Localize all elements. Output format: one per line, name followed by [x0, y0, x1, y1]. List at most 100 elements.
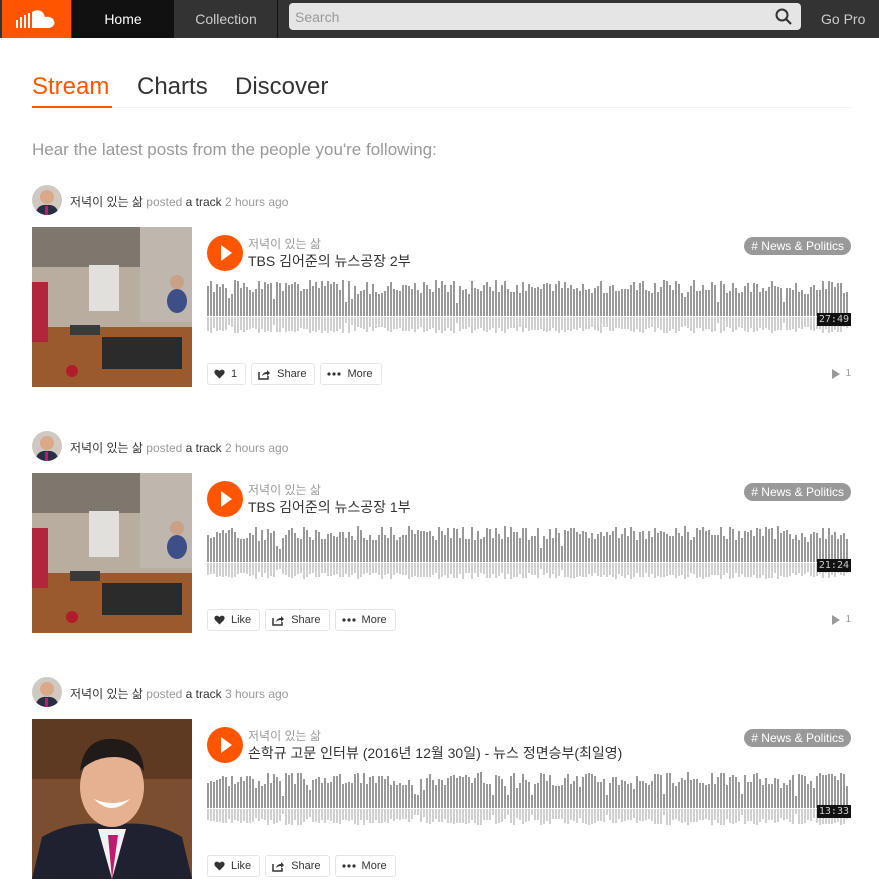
waveform-bar [735, 531, 737, 587]
waveform-bar-top [207, 535, 209, 562]
waveform-bar-top [444, 785, 446, 808]
waveform-bar-reflection [489, 317, 491, 330]
post-object[interactable]: a track [186, 687, 222, 701]
waveform-bar [264, 777, 266, 833]
soundcloud-logo-icon[interactable] [2, 0, 71, 38]
post-object[interactable]: a track [186, 195, 222, 209]
waveform-bar-top [840, 283, 842, 316]
avatar[interactable] [32, 431, 62, 461]
waveform-bar [591, 531, 593, 587]
waveform[interactable]: 27:49 [207, 280, 851, 341]
waveform[interactable]: 13:33 [207, 772, 851, 833]
waveform-bar-reflection [585, 317, 587, 329]
waveform-bar-reflection [579, 809, 581, 818]
like-button[interactable]: 1 [207, 363, 247, 385]
waveform-bar-reflection [618, 809, 620, 819]
track-title[interactable]: 손학규 고문 인터뷰 (2016년 12월 30일) - 뉴스 정면승부(최일영… [248, 743, 622, 763]
waveform-bar-top [576, 776, 578, 808]
waveform-bar [249, 531, 251, 587]
search-input[interactable] [289, 3, 759, 30]
more-label: More [347, 368, 373, 380]
go-pro-link[interactable]: Go Pro [821, 0, 865, 38]
track-title[interactable]: TBS 김어준의 뉴스공장 1부 [248, 497, 411, 517]
more-button[interactable]: More [320, 363, 382, 385]
waveform-bar [765, 285, 767, 341]
track-uploader[interactable]: 저녁이 있는 삶 [248, 481, 321, 498]
track-artwork[interactable] [32, 227, 192, 387]
track-uploader[interactable]: 저녁이 있는 삶 [248, 235, 321, 252]
waveform-bar-reflection [246, 317, 248, 330]
heart-icon [214, 615, 225, 625]
waveform-bar-reflection [450, 317, 452, 331]
waveform-bar [213, 285, 215, 341]
play-button[interactable] [207, 235, 243, 271]
waveform-bar [702, 285, 704, 341]
genre-tag[interactable]: # News & Politics [744, 729, 851, 747]
share-button[interactable]: Share [251, 363, 316, 385]
track-duration: 13:33 [816, 805, 851, 818]
tab-discover[interactable]: Discover [235, 72, 328, 108]
waveform-bar-reflection [708, 809, 710, 820]
waveform-bar-reflection [759, 317, 761, 328]
like-button[interactable]: Like [207, 855, 261, 877]
waveform-bar-reflection [255, 809, 257, 818]
avatar[interactable] [32, 677, 62, 707]
waveform-bar-top [429, 289, 431, 316]
genre-tag[interactable]: # News & Politics [744, 237, 851, 255]
waveform-bar-top [582, 777, 584, 808]
waveform-bar [345, 777, 347, 833]
waveform-bar-top [765, 527, 767, 562]
waveform-bar-reflection [567, 809, 569, 824]
share-button[interactable]: Share [265, 609, 330, 631]
waveform-bar-top [507, 795, 509, 808]
post-object[interactable]: a track [186, 441, 222, 455]
waveform-bar [621, 285, 623, 341]
waveform-bar-reflection [276, 563, 278, 570]
play-button[interactable] [207, 727, 243, 763]
more-button[interactable]: More [334, 855, 396, 877]
poster-name[interactable]: 저녁이 있는 삶 [70, 195, 143, 209]
track-uploader[interactable]: 저녁이 있는 삶 [248, 727, 321, 744]
waveform-bar-reflection [804, 317, 806, 327]
tab-charts[interactable]: Charts [137, 72, 208, 108]
waveform-bar [300, 531, 302, 587]
waveform-bar [528, 284, 530, 341]
nav-home[interactable]: Home [72, 0, 174, 38]
waveform-bar-top [462, 777, 464, 808]
waveform-bar-reflection [294, 317, 296, 332]
poster-name[interactable]: 저녁이 있는 삶 [70, 687, 143, 701]
waveform-bar-top [315, 779, 317, 808]
poster-name[interactable]: 저녁이 있는 삶 [70, 441, 143, 455]
waveform-bar-reflection [636, 809, 638, 823]
waveform-bar-reflection [477, 809, 479, 825]
avatar[interactable] [32, 185, 62, 215]
genre-tag[interactable]: # News & Politics [744, 483, 851, 501]
waveform-bar-top [738, 782, 740, 808]
waveform-bar-top [642, 781, 644, 808]
waveform-bar-reflection [261, 563, 263, 577]
waveform-bar-top [450, 285, 452, 316]
waveform-bar [771, 528, 773, 587]
track-artwork[interactable] [32, 473, 192, 633]
like-button[interactable]: Like [207, 609, 261, 631]
waveform-bar-top [432, 780, 434, 808]
nav-collection[interactable]: Collection [175, 0, 278, 38]
waveform-bar-top [735, 540, 737, 562]
stream-item: 저녁이 있는 삶 posted a track 2 hours ago 저녁이 … [32, 431, 851, 651]
waveform-bar [351, 777, 353, 833]
share-button[interactable]: Share [265, 855, 330, 877]
play-button[interactable] [207, 481, 243, 517]
waveform[interactable]: 21:24 [207, 526, 851, 587]
track-artwork[interactable] [32, 719, 192, 879]
search-icon[interactable] [775, 8, 793, 26]
waveform-bar-top [759, 529, 761, 562]
waveform-bar [510, 285, 512, 341]
more-icon [327, 372, 342, 376]
more-button[interactable]: More [334, 609, 396, 631]
waveform-bar [630, 527, 632, 587]
track-title[interactable]: TBS 김어준의 뉴스공장 2부 [248, 251, 411, 271]
waveform-bar-reflection [423, 809, 425, 817]
more-icon [341, 618, 356, 622]
tab-stream[interactable]: Stream [32, 72, 112, 108]
waveform-bar-reflection [258, 809, 260, 821]
